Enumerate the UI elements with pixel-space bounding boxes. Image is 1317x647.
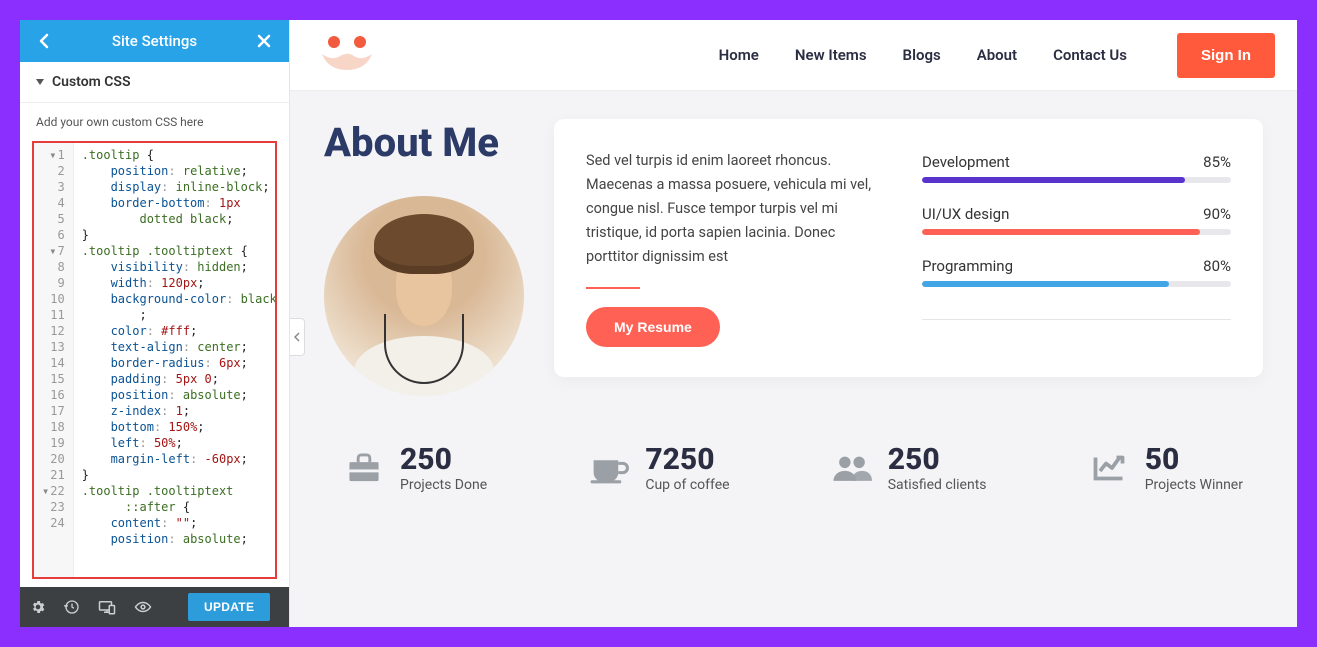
- skills-list: Development 85% UI/UX design 90% Program…: [922, 149, 1231, 320]
- gear-icon[interactable]: [30, 598, 46, 616]
- skill-name: Programming: [922, 257, 1013, 275]
- stat-item: 7250 Cup of coffee: [589, 442, 729, 493]
- progress-bar: [922, 177, 1231, 183]
- users-icon: [832, 448, 872, 488]
- stat-label: Projects Done: [400, 477, 487, 493]
- css-hint: Add your own custom CSS here: [20, 103, 289, 141]
- caret-down-icon: [36, 79, 44, 85]
- nav-item-contact-us[interactable]: Contact Us: [1053, 46, 1127, 64]
- eye-icon[interactable]: [134, 598, 152, 616]
- stat-number: 250: [400, 442, 487, 477]
- sidebar-header: Site Settings: [20, 20, 289, 62]
- progress-bar: [922, 281, 1231, 287]
- divider: [586, 287, 640, 289]
- sidebar-title: Site Settings: [112, 32, 197, 50]
- css-editor[interactable]: ▾1234 56▾78910 1112131415161718192021▾22…: [32, 141, 277, 579]
- nav-item-home[interactable]: Home: [719, 46, 759, 64]
- preview-pane: Home New Items Blogs About Contact Us Sign I…: [290, 20, 1297, 627]
- stat-label: Cup of coffee: [645, 477, 729, 493]
- nav-item-about[interactable]: About: [977, 46, 1017, 64]
- skill-item: Development 85%: [922, 153, 1231, 183]
- stat-item: 250 Projects Done: [344, 442, 487, 493]
- skill-percent: 85%: [1203, 153, 1231, 171]
- bio-text: Sed vel turpis id enim laoreet rhoncus. …: [586, 149, 886, 269]
- main-nav: Home New Items Blogs About Contact Us: [719, 46, 1127, 64]
- stat-number: 50: [1145, 442, 1243, 477]
- update-button[interactable]: UPDATE: [188, 593, 270, 621]
- skill-percent: 80%: [1203, 257, 1231, 275]
- back-icon[interactable]: [34, 30, 56, 52]
- stat-label: Projects Winner: [1145, 477, 1243, 493]
- stat-number: 7250: [645, 442, 729, 477]
- page-title: About Me: [324, 119, 524, 166]
- briefcase-icon: [344, 448, 384, 488]
- skill-item: Programming 80%: [922, 257, 1231, 287]
- history-icon[interactable]: [64, 598, 80, 616]
- resume-button[interactable]: My Resume: [586, 307, 720, 347]
- skill-item: UI/UX design 90%: [922, 205, 1231, 235]
- editor-sidebar: Site Settings Custom CSS Add your own cu…: [20, 20, 290, 627]
- accordion-custom-css[interactable]: Custom CSS: [20, 62, 289, 103]
- site-topbar: Home New Items Blogs About Contact Us Sign I…: [290, 20, 1297, 91]
- stat-label: Satisfied clients: [888, 477, 987, 493]
- nav-item-new-items[interactable]: New Items: [795, 46, 867, 64]
- editor-bottom-bar: UPDATE: [20, 587, 289, 627]
- chart-icon: [1089, 448, 1129, 488]
- coffee-icon: [589, 448, 629, 488]
- avatar: [324, 196, 524, 396]
- devices-icon[interactable]: [98, 598, 116, 616]
- stat-number: 250: [888, 442, 987, 477]
- accordion-label: Custom CSS: [52, 74, 131, 90]
- about-card: Sed vel turpis id enim laoreet rhoncus. …: [554, 119, 1263, 377]
- stat-item: 250 Satisfied clients: [832, 442, 987, 493]
- sign-in-button[interactable]: Sign In: [1177, 33, 1275, 78]
- collapse-sidebar-handle[interactable]: [290, 318, 305, 356]
- stats-row: 250 Projects Done 7250 Cup of coffee 250…: [344, 442, 1243, 493]
- progress-bar: [922, 229, 1231, 235]
- close-icon[interactable]: [253, 30, 275, 52]
- nav-item-blogs[interactable]: Blogs: [903, 46, 941, 64]
- skill-percent: 90%: [1203, 205, 1231, 223]
- stat-item: 50 Projects Winner: [1089, 442, 1243, 493]
- site-logo[interactable]: [312, 30, 382, 80]
- skill-name: UI/UX design: [922, 205, 1009, 223]
- skill-name: Development: [922, 153, 1010, 171]
